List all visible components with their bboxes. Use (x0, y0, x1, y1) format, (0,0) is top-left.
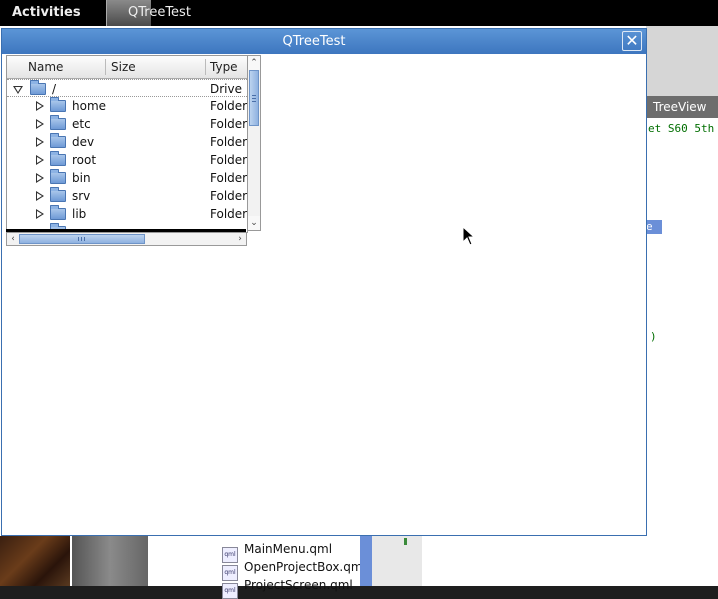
tree-item-type: Folder (210, 189, 247, 203)
activities-button[interactable]: Activities (12, 5, 81, 20)
mouse-cursor-icon (462, 226, 476, 246)
tree-item-name: root (72, 153, 97, 167)
triangle-right-icon[interactable] (36, 173, 44, 183)
column-header-name[interactable]: Name (28, 56, 63, 78)
folder-icon (50, 169, 66, 184)
tree-header: Name Size Type (7, 56, 247, 79)
background-sidebar (72, 536, 148, 586)
background-gutter (372, 536, 422, 586)
grip-line (78, 237, 79, 241)
tree-item-name: etc (72, 117, 91, 131)
window-title: QTreeTest (282, 34, 346, 49)
background-marker (404, 538, 407, 545)
scroll-right-icon[interactable]: › (234, 233, 246, 245)
column-divider[interactable] (205, 59, 206, 75)
background-selected-text: e (646, 220, 662, 234)
tree-item-name: srv (72, 189, 91, 203)
tree-item-type: Folder (210, 153, 247, 167)
folder-icon (50, 205, 66, 220)
tree-item-name: / (52, 82, 57, 96)
tree-item-type: Folder (210, 135, 247, 149)
top-bar: Activities QTreeTest (0, 0, 718, 26)
grip-line (252, 95, 256, 96)
tree-row[interactable]: srv Folder (7, 187, 247, 205)
triangle-right-icon[interactable] (36, 155, 44, 165)
background-file-item[interactable]: qml MainMenu.qml (222, 542, 332, 563)
triangle-right-icon[interactable] (36, 119, 44, 129)
tree-item-type: Folder (210, 207, 247, 221)
tree-item-name: bin (72, 171, 91, 185)
tree-row[interactable]: etc Folder (7, 115, 247, 133)
column-header-type[interactable]: Type (210, 56, 238, 78)
tree-item-type: Folder (210, 99, 247, 113)
window-titlebar[interactable]: QTreeTest ✕ (2, 29, 646, 54)
column-header-size[interactable]: Size (111, 56, 136, 78)
background-tab-treeview[interactable]: TreeView (646, 96, 718, 118)
grip-line (84, 237, 85, 241)
background-code-line: et S60 5th (648, 122, 715, 135)
folder-icon (50, 187, 66, 202)
tree-view[interactable]: Name Size Type / Drive home Folder etc F… (6, 55, 262, 273)
app-name-label[interactable]: QTreeTest (128, 5, 191, 20)
triangle-right-icon[interactable] (36, 101, 44, 111)
triangle-right-icon[interactable] (36, 191, 44, 201)
folder-icon (30, 80, 46, 95)
background-selection-bar (360, 536, 372, 586)
grip-line (252, 101, 256, 102)
tree-item-type: Folder (210, 117, 247, 131)
vertical-scrollbar[interactable]: ⌃ ⌄ (247, 55, 261, 231)
vertical-scroll-thumb[interactable] (249, 70, 259, 126)
qml-file-icon: qml (222, 583, 238, 599)
tree-row-root[interactable]: / Drive (7, 79, 247, 97)
tree-row[interactable]: home Folder (7, 97, 247, 115)
column-divider[interactable] (105, 59, 106, 75)
folder-icon (50, 151, 66, 166)
tree-frame: Name Size Type / Drive home Folder etc F… (6, 55, 248, 233)
scroll-down-icon[interactable]: ⌄ (248, 216, 260, 230)
folder-icon (50, 133, 66, 148)
close-icon[interactable]: ✕ (622, 31, 642, 51)
background-code-paren: ) (650, 330, 657, 343)
horizontal-scrollbar[interactable]: ‹ › (6, 232, 247, 246)
background-file-item[interactable]: qml OpenProjectBox.qml (222, 560, 366, 581)
grip-line (81, 237, 82, 241)
background-file-list: qml MainMenu.qml qml OpenProjectBox.qml qm… (148, 536, 366, 599)
tree-row[interactable]: root Folder (7, 151, 247, 169)
triangle-down-icon[interactable] (13, 86, 23, 94)
triangle-right-icon[interactable] (36, 209, 44, 219)
tree-item-name: dev (72, 135, 95, 149)
folder-icon (50, 115, 66, 130)
tree-item-name: home (72, 99, 107, 113)
tree-item-type: Folder (210, 171, 247, 185)
scroll-up-icon[interactable]: ⌃ (248, 56, 260, 70)
scroll-left-icon[interactable]: ‹ (7, 233, 19, 245)
triangle-right-icon[interactable] (36, 137, 44, 147)
folder-icon (50, 97, 66, 112)
tree-item-name: lib (72, 207, 87, 221)
tree-item-type: Drive (210, 82, 242, 96)
grip-line (252, 98, 256, 99)
qtreetest-window: QTreeTest ✕ Name Size Type / Drive home (1, 28, 647, 536)
horizontal-scroll-thumb[interactable] (19, 234, 145, 244)
background-file-item[interactable]: qml ProjectScreen.qml (222, 578, 353, 599)
tree-row[interactable]: dev Folder (7, 133, 247, 151)
background-wallpaper (0, 536, 70, 586)
background-toolbar (646, 26, 718, 97)
tree-row[interactable]: lib Folder (7, 205, 247, 223)
tree-row[interactable]: bin Folder (7, 169, 247, 187)
